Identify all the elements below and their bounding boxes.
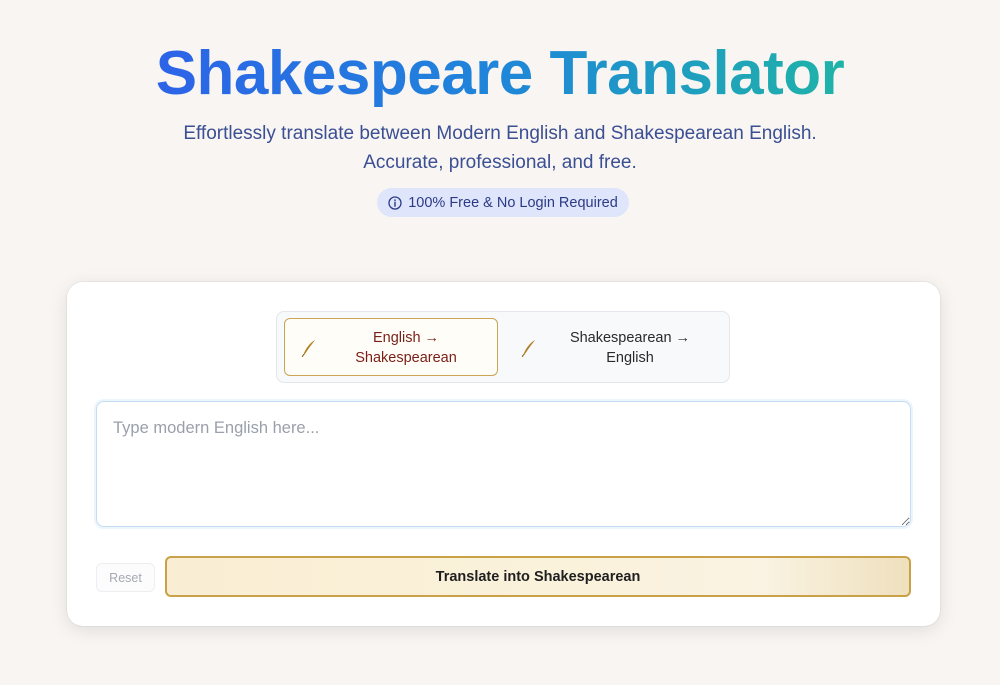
page-title-text: Shakespeare Translator: [155, 39, 845, 108]
quill-icon: [301, 339, 317, 362]
translator-card: English → Shakespearean Shakespearean → …: [67, 282, 940, 626]
page-title: Shakespeare Translator: [0, 38, 1000, 110]
quill-icon: [521, 339, 537, 362]
mode-english-to-shakespearean[interactable]: English → Shakespearean: [284, 318, 498, 376]
free-badge: 100% Free & No Login Required: [377, 188, 629, 217]
reset-button[interactable]: Reset: [96, 563, 155, 592]
badge-text: 100% Free & No Login Required: [408, 194, 618, 211]
subtitle-line-1: Effortlessly translate between Modern En…: [183, 123, 817, 144]
mode-shakespearean-to-english[interactable]: Shakespearean → English: [504, 318, 726, 376]
mode-label: English → Shakespearean: [355, 330, 457, 366]
text-input[interactable]: [96, 401, 911, 527]
translate-button[interactable]: Translate into Shakespearean: [165, 556, 911, 597]
direction-toggle: English → Shakespearean Shakespearean → …: [276, 311, 730, 383]
mode-label: Shakespearean → English: [569, 330, 691, 366]
info-circle-icon: [388, 195, 402, 210]
subtitle-line-2: Accurate, professional, and free.: [363, 152, 637, 173]
